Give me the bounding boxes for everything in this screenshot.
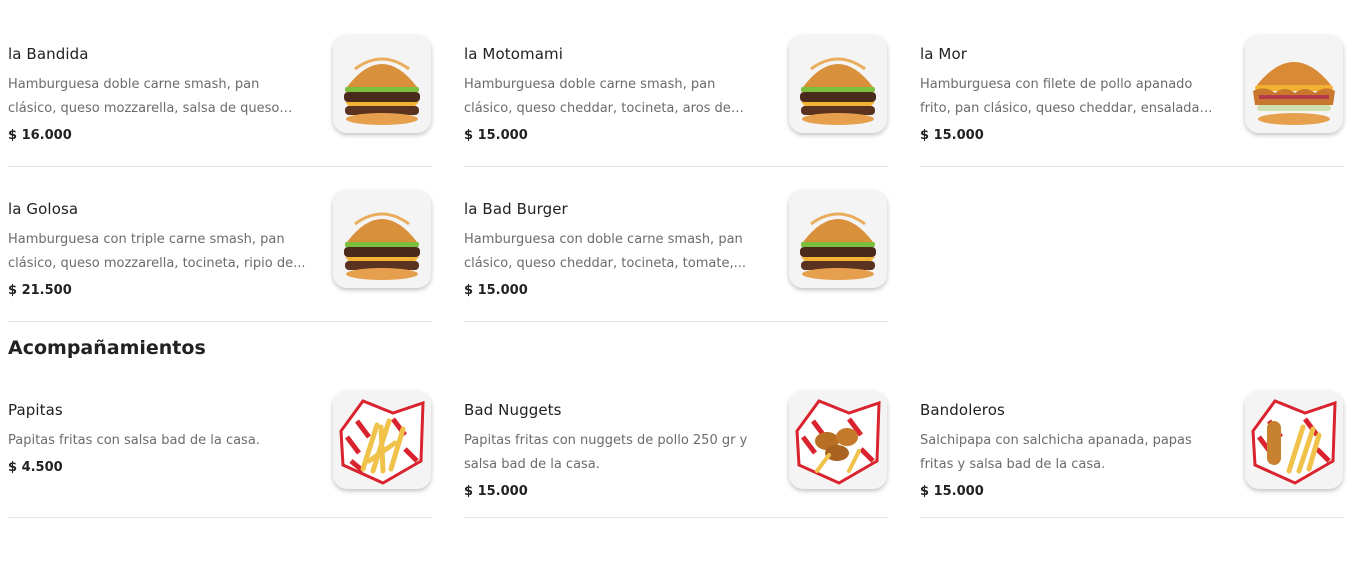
section-title-acompanamientos: Acompañamientos bbox=[8, 337, 206, 359]
burger-photo[interactable] bbox=[333, 190, 431, 288]
fries-photo[interactable] bbox=[333, 391, 431, 489]
item-description: Papitas fritas con salsa bad de la casa. bbox=[8, 433, 260, 448]
item-price: $ 15.000 bbox=[464, 484, 528, 499]
menu-item-la-mor[interactable]: la Mor Hamburguesa con filete de pollo a… bbox=[920, 35, 1344, 167]
item-name: la Bad Burger bbox=[464, 200, 568, 218]
chicken-burger-photo[interactable] bbox=[1245, 35, 1343, 133]
menu-item-la-bad-burger[interactable]: la Bad Burger Hamburguesa con doble carn… bbox=[464, 190, 888, 322]
menu-item-bad-nuggets[interactable]: Bad Nuggets Papitas fritas con nuggets d… bbox=[464, 391, 888, 518]
item-name: Papitas bbox=[8, 401, 63, 419]
item-name: Bad Nuggets bbox=[464, 401, 562, 419]
burger-photo[interactable] bbox=[789, 190, 887, 288]
item-name: Bandoleros bbox=[920, 401, 1005, 419]
item-price: $ 4.500 bbox=[8, 460, 63, 475]
item-description: Salchipapa con salchicha apanada, papas … bbox=[920, 433, 1192, 472]
item-description: Hamburguesa con doble carne smash, pan c… bbox=[464, 232, 746, 271]
salchipapa-photo[interactable] bbox=[1245, 391, 1343, 489]
menu-item-bandoleros[interactable]: Bandoleros Salchipapa con salchicha apan… bbox=[920, 391, 1344, 518]
item-name: la Golosa bbox=[8, 200, 79, 218]
item-price: $ 15.000 bbox=[920, 484, 984, 499]
menu-item-papitas[interactable]: Papitas Papitas fritas con salsa bad de … bbox=[8, 391, 432, 518]
item-price: $ 16.000 bbox=[8, 128, 72, 143]
item-name: la Motomami bbox=[464, 45, 563, 63]
item-description: Papitas fritas con nuggets de pollo 250 … bbox=[464, 433, 748, 472]
nuggets-photo[interactable] bbox=[789, 391, 887, 489]
menu-item-la-bandida[interactable]: la Bandida Hamburguesa doble carne smash… bbox=[8, 35, 432, 167]
item-description: Hamburguesa doble carne smash, pan clási… bbox=[8, 77, 280, 116]
item-description: Hamburguesa doble carne smash, pan clási… bbox=[464, 77, 731, 116]
item-description: Hamburguesa con filete de pollo apanado … bbox=[920, 77, 1200, 116]
burger-photo[interactable] bbox=[333, 35, 431, 133]
burger-photo[interactable] bbox=[789, 35, 887, 133]
item-description: Hamburguesa con triple carne smash, pan … bbox=[8, 232, 306, 271]
menu-item-la-golosa[interactable]: la Golosa Hamburguesa con triple carne s… bbox=[8, 190, 432, 322]
menu-item-la-motomami[interactable]: la Motomami Hamburguesa doble carne smas… bbox=[464, 35, 888, 167]
item-name: la Bandida bbox=[8, 45, 89, 63]
item-price: $ 15.000 bbox=[464, 283, 528, 298]
item-price: $ 15.000 bbox=[920, 128, 984, 143]
item-price: $ 15.000 bbox=[464, 128, 528, 143]
item-price: $ 21.500 bbox=[8, 283, 72, 298]
item-name: la Mor bbox=[920, 45, 968, 63]
